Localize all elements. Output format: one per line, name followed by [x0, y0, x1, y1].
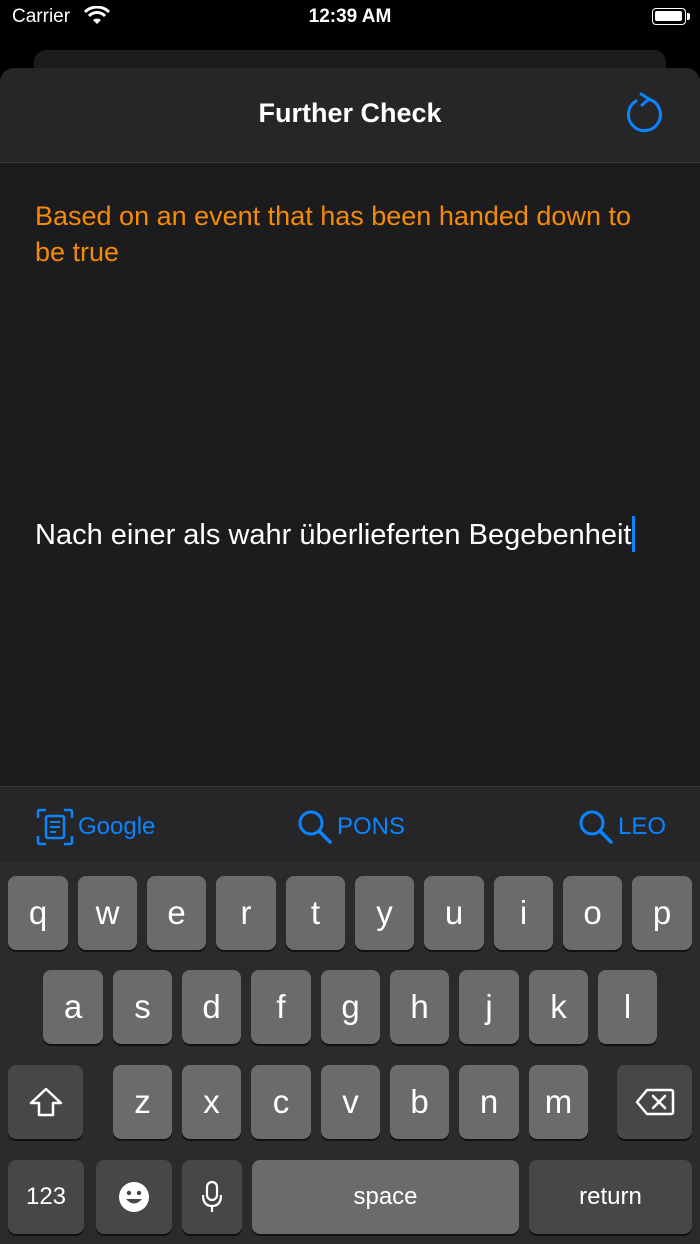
key-x[interactable]: x [182, 1065, 241, 1139]
key-n[interactable]: n [459, 1065, 519, 1139]
key-v[interactable]: v [321, 1065, 380, 1139]
key-c[interactable]: c [251, 1065, 311, 1139]
emoji-icon [119, 1182, 149, 1212]
key-s[interactable]: s [113, 970, 172, 1044]
german-text: Nach einer als wahr überlieferten Begebe… [35, 519, 632, 551]
pons-label: PONS [337, 813, 406, 840]
dictation-key[interactable] [182, 1160, 242, 1234]
microphone-icon [201, 1180, 223, 1212]
key-b[interactable]: b [390, 1065, 449, 1139]
delete-backward-icon [635, 1088, 674, 1116]
space-key[interactable]: space [252, 1160, 519, 1234]
key-m[interactable]: m [529, 1065, 588, 1139]
key-a[interactable]: a [43, 970, 103, 1044]
leo-button[interactable]: LEO [578, 807, 666, 847]
key-w[interactable]: w [78, 876, 137, 950]
lookup-toolbar: Google PONS LEO [0, 786, 700, 863]
text-caret [632, 516, 636, 552]
keyboard: q w e r t y u i o p a s d f g h j k l z … [0, 862, 700, 1244]
refresh-icon [626, 92, 662, 133]
key-z[interactable]: z [113, 1065, 172, 1139]
key-g[interactable]: g [321, 970, 380, 1044]
clock: 12:39 AM [308, 6, 392, 27]
return-key[interactable]: return [529, 1160, 692, 1234]
pons-button[interactable]: PONS [297, 807, 405, 847]
key-k[interactable]: k [529, 970, 588, 1044]
key-t[interactable]: t [286, 876, 345, 950]
key-e[interactable]: e [147, 876, 206, 950]
delete-key[interactable] [617, 1065, 692, 1139]
numbers-key[interactable]: 123 [8, 1160, 84, 1234]
key-r[interactable]: r [216, 876, 276, 950]
key-h[interactable]: h [390, 970, 449, 1044]
key-p[interactable]: p [632, 876, 692, 950]
google-button[interactable]: Google [36, 807, 155, 847]
key-j[interactable]: j [459, 970, 519, 1044]
emoji-key[interactable] [96, 1160, 172, 1234]
google-label: Google [78, 813, 156, 840]
shift-key[interactable] [8, 1065, 83, 1139]
search-icon [298, 810, 332, 844]
shift-icon [29, 1087, 62, 1117]
english-translation: Based on an event that has been handed d… [35, 201, 631, 267]
key-i[interactable]: i [494, 876, 553, 950]
leo-label: LEO [618, 813, 667, 840]
german-text-input[interactable]: Nach einer als wahr überlieferten Begebe… [35, 516, 636, 554]
battery-icon [652, 8, 690, 25]
page-title: Further Check [258, 98, 442, 128]
refresh-button[interactable] [622, 92, 668, 138]
nav-bar: Further Check [0, 68, 700, 163]
status-bar: Carrier 12:39 AM [0, 0, 700, 36]
key-d[interactable]: d [182, 970, 241, 1044]
search-icon [579, 810, 613, 844]
key-y[interactable]: y [355, 876, 414, 950]
key-u[interactable]: u [424, 876, 484, 950]
key-l[interactable]: l [598, 970, 657, 1044]
key-f[interactable]: f [251, 970, 311, 1044]
key-o[interactable]: o [563, 876, 622, 950]
scan-text-icon [36, 808, 74, 846]
key-q[interactable]: q [8, 876, 68, 950]
